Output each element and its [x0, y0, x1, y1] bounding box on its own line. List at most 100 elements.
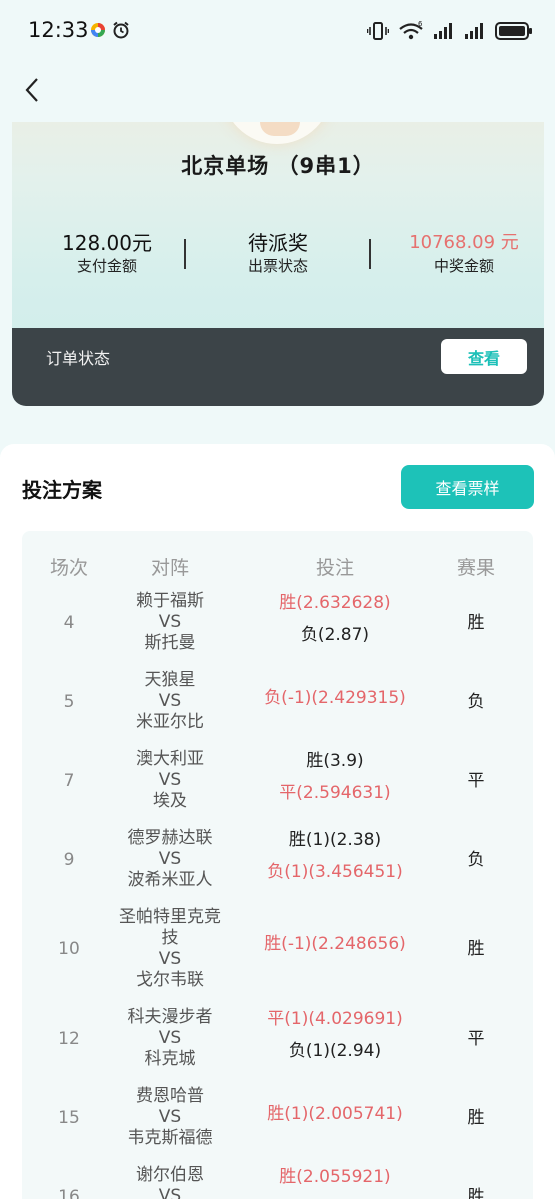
round-number: 4 [63, 613, 75, 633]
match-teams: 科夫漫步者 VS 科克城 [105, 1007, 235, 1070]
bet-option: 负(-1)(2.429315) [264, 688, 406, 708]
back-button[interactable] [14, 72, 50, 108]
bet-option: 负(2.87) [300, 625, 370, 645]
wifi-icon: 6 [399, 21, 423, 40]
bet-option: 胜(3.9) [306, 751, 364, 771]
pay-amount-label: 支付金额 [76, 257, 137, 275]
alarm-icon [113, 21, 129, 39]
round-number: 9 [63, 850, 75, 870]
header-round: 场次 [49, 557, 88, 579]
view-ticket-sample-button[interactable]: 查看票样 [401, 465, 534, 509]
home-team: 圣帕特里克竞 [119, 907, 221, 927]
stat-divider [184, 239, 186, 269]
vs-label: VS [158, 1028, 182, 1048]
match-result: 胜 [467, 613, 485, 633]
match-teams: 天狼星 VS 米亚尔比 [105, 670, 235, 733]
away-team: 波希米亚人 [127, 870, 213, 890]
home-team: 德罗赫达联 [127, 828, 213, 848]
header-match: 对阵 [150, 557, 189, 579]
app-notification-icon [91, 23, 105, 37]
match-teams: 圣帕特里克竞 技 VS 戈尔韦联 [105, 907, 235, 991]
home-team: 天狼星 [144, 670, 196, 690]
vs-label: VS [158, 612, 182, 632]
header-bet: 投注 [315, 557, 354, 579]
bet-options: 胜(2.055921) [225, 1161, 445, 1193]
vs-label: VS [158, 1186, 182, 1199]
bet-option: 胜(2.632628) [279, 593, 391, 613]
network-type-label: 6 [418, 21, 423, 28]
match-teams: 赖于福斯 VS 斯托曼 [105, 591, 235, 654]
nav-bar [0, 62, 555, 122]
order-status-label: 订单状态 [46, 349, 111, 368]
match-teams: 谢尔伯恩 VS [105, 1165, 235, 1199]
match-teams: 费恩哈普 VS 韦克斯福德 [105, 1086, 235, 1149]
round-number: 5 [63, 692, 75, 712]
bet-option: 胜(1)(2.005741) [267, 1104, 403, 1124]
view-order-status-button[interactable]: 查看 [441, 339, 527, 374]
pay-amount-stat: 128.00元 支付金额 [44, 230, 170, 276]
away-team: 埃及 [153, 791, 187, 811]
ticket-status-value: 待派奖 [248, 231, 308, 255]
match-result: 平 [467, 771, 485, 791]
ticket-status-stat: 待派奖 出票状态 [226, 230, 330, 276]
vs-label: VS [158, 770, 182, 790]
match-result: 胜 [467, 1187, 485, 1199]
away-team: 科克城 [144, 1049, 196, 1069]
home-team-cont: 技 [161, 928, 179, 948]
away-team: 斯托曼 [144, 633, 196, 653]
match-result: 胜 [467, 939, 485, 959]
chevron-left-icon [25, 78, 38, 102]
prize-amount-stat: 10768.09 元 中奖金额 [404, 230, 524, 276]
round-number: 10 [58, 939, 80, 959]
round-number: 7 [63, 771, 75, 791]
vs-label: VS [158, 849, 182, 869]
bet-option: 胜(-1)(2.248656) [264, 934, 406, 954]
signal-icon-1 [434, 23, 452, 39]
home-team: 谢尔伯恩 [136, 1165, 204, 1185]
pay-amount-value: 128.00元 [62, 231, 152, 255]
bet-option: 胜(1)(2.38) [288, 830, 382, 850]
bet-option: 平(1)(4.029691) [267, 1009, 403, 1029]
away-team: 米亚尔比 [136, 712, 204, 732]
prize-amount-value: 10768.09 元 [409, 232, 519, 253]
vs-label: VS [158, 691, 182, 711]
vs-label: VS [158, 949, 182, 969]
vs-label: VS [158, 1107, 182, 1127]
ticket-status-label: 出票状态 [247, 257, 308, 275]
bet-options: 胜(-1)(2.248656) [225, 928, 445, 960]
lottery-title: 北京单场 （9串1） [181, 154, 375, 178]
status-time: 12:33 [28, 18, 89, 42]
home-team: 费恩哈普 [136, 1086, 204, 1106]
match-result: 负 [467, 850, 485, 870]
status-bar: 12:33 6 [0, 0, 555, 62]
home-team: 赖于福斯 [136, 591, 204, 611]
bet-option: 平(2.594631) [279, 783, 391, 803]
order-status-bar: 订单状态 查看 [12, 328, 544, 406]
status-indicators: 6 [367, 20, 533, 42]
bet-plan-title: 投注方案 [22, 478, 102, 502]
signal-icon-2 [465, 23, 483, 39]
match-teams: 德罗赫达联 VS 波希米亚人 [105, 828, 235, 891]
bet-options: 胜(1)(2.38) 负(1)(3.456451) [225, 824, 445, 888]
away-team: 韦克斯福德 [127, 1128, 213, 1148]
vibrate-icon [367, 22, 389, 40]
bet-options: 胜(3.9) 平(2.594631) [225, 745, 445, 809]
bet-option: 负(1)(2.94) [288, 1041, 382, 1061]
match-result: 平 [467, 1029, 485, 1049]
home-team: 科夫漫步者 [127, 1007, 213, 1027]
home-team: 澳大利亚 [136, 749, 204, 769]
match-teams: 澳大利亚 VS 埃及 [105, 749, 235, 812]
away-team: 戈尔韦联 [136, 970, 204, 990]
order-summary-card: 北京单场 （9串1） 128.00元 支付金额 待派奖 出票状态 10768.0… [12, 122, 544, 406]
match-result: 负 [467, 692, 485, 712]
bet-plan-card: 投注方案 查看票样 场次 对阵 投注 赛果 4 赖于福斯 VS 斯托曼 胜(2.… [0, 444, 555, 1199]
round-number: 12 [58, 1029, 80, 1049]
prize-amount-label: 中奖金额 [433, 257, 494, 275]
bet-options: 平(1)(4.029691) 负(1)(2.94) [225, 1003, 445, 1067]
bet-option: 胜(2.055921) [279, 1167, 391, 1187]
stat-divider [369, 239, 371, 269]
bet-options: 胜(2.632628) 负(2.87) [225, 587, 445, 651]
battery-icon [495, 22, 532, 40]
header-result: 赛果 [456, 557, 495, 579]
round-number: 16 [58, 1187, 80, 1199]
